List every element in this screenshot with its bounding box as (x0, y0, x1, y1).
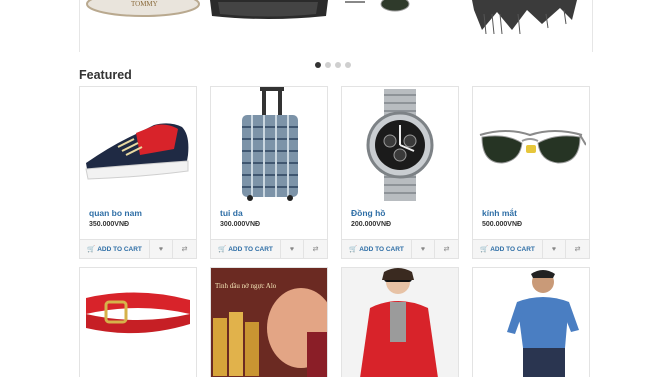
product-card[interactable]: quan bo nam 350.000VNĐ 🛒 ADD TO CART ♥ ⇄ (79, 86, 197, 259)
heart-icon: ♥ (158, 245, 164, 253)
heart-icon: ♥ (551, 245, 557, 253)
polo-model-icon[interactable] (473, 268, 589, 377)
add-to-cart-label: ADD TO CART (490, 245, 535, 253)
cart-icon: 🛒 (349, 246, 358, 253)
heart-icon: ♥ (420, 245, 426, 253)
luggage-icon (242, 87, 298, 201)
cart-icon: 🛒 (480, 246, 489, 253)
watch-thumb-icon[interactable]: TOMMY (86, 0, 201, 36)
compare-icon: ⇄ (312, 246, 319, 253)
compare-button[interactable]: ⇄ (435, 240, 458, 258)
product-price: 500.000VNĐ (482, 221, 523, 228)
add-to-cart-label: ADD TO CART (228, 245, 273, 253)
product-name[interactable]: Đồng hồ (351, 208, 385, 218)
product-actions: 🛒 ADD TO CART ♥ ⇄ (80, 239, 196, 258)
product-card[interactable]: kính mắt 500.000VNĐ 🛒 ADD TO CART ♥ ⇄ (472, 86, 590, 259)
add-to-cart-label: ADD TO CART (97, 245, 142, 253)
carousel-dot[interactable] (345, 62, 351, 68)
wishlist-button[interactable]: ♥ (412, 240, 435, 258)
watch-brand-text: TOMMY (131, 0, 158, 8)
compare-icon: ⇄ (443, 246, 450, 253)
cosmetics-ad-icon[interactable]: Tinh dầu nở ngực Alo (211, 268, 327, 377)
add-to-cart-label: ADD TO CART (359, 245, 404, 253)
product-price: 300.000VNĐ (220, 221, 261, 228)
product-actions: 🛒 ADD TO CART ♥ ⇄ (473, 239, 589, 258)
wishlist-button[interactable]: ♥ (281, 240, 304, 258)
wishlist-button[interactable]: ♥ (543, 240, 566, 258)
compare-button[interactable]: ⇄ (173, 240, 196, 258)
carousel-dot[interactable] (325, 62, 331, 68)
compare-icon: ⇄ (574, 246, 581, 253)
cart-icon: 🛒 (87, 246, 96, 253)
cap-thumb-icon[interactable] (208, 0, 333, 36)
add-to-cart-button[interactable]: 🛒 ADD TO CART (80, 240, 150, 258)
product-image[interactable] (342, 87, 458, 202)
compare-button[interactable]: ⇄ (566, 240, 589, 258)
scarf-thumb-icon[interactable] (472, 0, 582, 36)
add-to-cart-button[interactable]: 🛒 ADD TO CART (342, 240, 412, 258)
product-card[interactable] (341, 267, 459, 377)
carousel[interactable]: TOMMY (79, 0, 593, 52)
product-card[interactable] (472, 267, 590, 377)
wishlist-button[interactable]: ♥ (150, 240, 173, 258)
sunglasses-thumb-icon[interactable] (345, 0, 425, 36)
product-name[interactable]: quan bo nam (89, 208, 142, 218)
product-price: 350.000VNĐ (89, 221, 130, 228)
watch-icon (366, 88, 434, 201)
heart-icon: ♥ (289, 245, 295, 253)
product-card[interactable]: Tinh dầu nở ngực Alo (210, 267, 328, 377)
product-image[interactable] (80, 87, 196, 202)
compare-button[interactable]: ⇄ (304, 240, 327, 258)
product-image[interactable] (473, 87, 589, 202)
product-card[interactable]: tui da 300.000VNĐ 🛒 ADD TO CART ♥ ⇄ (210, 86, 328, 259)
product-image[interactable] (211, 87, 327, 202)
featured-title: Featured (79, 68, 132, 82)
product-name[interactable]: tui da (220, 208, 243, 218)
sneaker-icon (85, 122, 189, 180)
red-coat-model-icon[interactable] (342, 268, 458, 377)
compare-icon: ⇄ (181, 246, 188, 253)
add-to-cart-button[interactable]: 🛒 ADD TO CART (211, 240, 281, 258)
product-name[interactable]: kính mắt (482, 208, 517, 218)
ad-caption: Tinh dầu nở ngực Alo (215, 282, 277, 290)
sunglasses-icon (479, 129, 586, 164)
carousel-dots (315, 62, 351, 68)
product-price: 200.000VNĐ (351, 221, 392, 228)
product-actions: 🛒 ADD TO CART ♥ ⇄ (211, 239, 327, 258)
carousel-dot[interactable] (335, 62, 341, 68)
cart-icon: 🛒 (218, 246, 227, 253)
belt-icon[interactable] (80, 268, 196, 377)
product-actions: 🛒 ADD TO CART ♥ ⇄ (342, 239, 458, 258)
product-card[interactable] (79, 267, 197, 377)
carousel-dot[interactable] (315, 62, 321, 68)
add-to-cart-button[interactable]: 🛒 ADD TO CART (473, 240, 543, 258)
product-card[interactable]: Đồng hồ 200.000VNĐ 🛒 ADD TO CART ♥ ⇄ (341, 86, 459, 259)
